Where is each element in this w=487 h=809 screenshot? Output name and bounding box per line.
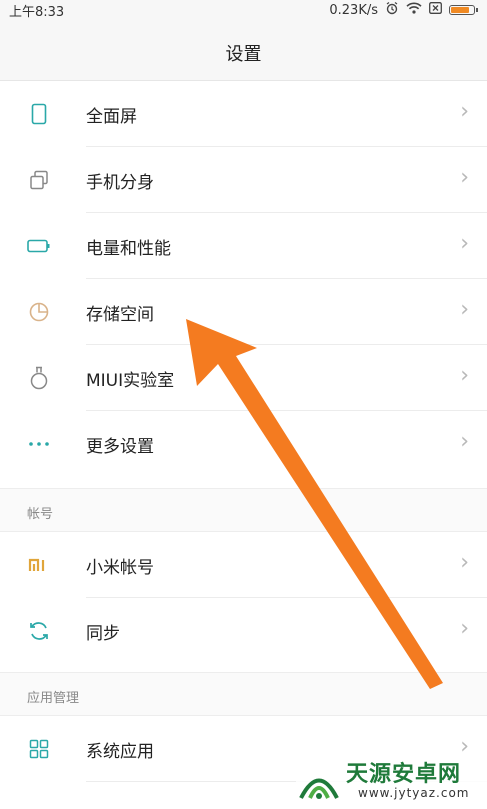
wifi-icon — [406, 2, 422, 18]
section-header-account: 帐号 — [0, 488, 487, 532]
watermark-url: www.jytyaz.com — [358, 786, 470, 800]
settings-item-mi-account[interactable]: 小米帐号 › — [0, 532, 487, 598]
settings-item-miui-lab[interactable]: MIUI实验室 › — [0, 345, 487, 411]
settings-item-fullscreen[interactable]: 全面屏 › — [0, 81, 487, 147]
settings-item-dual-apps[interactable]: 手机分身 › — [0, 147, 487, 213]
alarm-icon — [385, 1, 399, 19]
pie-storage-icon — [26, 301, 52, 323]
sync-icon — [26, 620, 52, 642]
chevron-right-icon: › — [460, 616, 469, 641]
watermark-name: 天源安卓网 — [346, 762, 462, 787]
settings-item-battery-performance[interactable]: 电量和性能 › — [0, 213, 487, 279]
battery-indicator — [449, 5, 478, 15]
chevron-right-icon: › — [460, 165, 469, 190]
mi-logo-icon — [26, 554, 52, 576]
section-title: 应用管理 — [27, 691, 80, 706]
settings-item-label: 手机分身 — [86, 173, 154, 193]
settings-item-label: MIUI实验室 — [86, 371, 175, 391]
page-title: 设置 — [225, 44, 262, 65]
settings-item-storage[interactable]: 存储空间 › — [0, 279, 487, 345]
chevron-right-icon: › — [460, 231, 469, 256]
chevron-right-icon: › — [460, 297, 469, 322]
phone-outline-icon — [26, 103, 52, 125]
settings-item-label: 小米帐号 — [86, 558, 154, 578]
settings-item-label: 更多设置 — [86, 437, 154, 457]
status-time: 上午8:33 — [9, 5, 65, 20]
settings-item-label: 全面屏 — [86, 107, 137, 127]
section-title: 帐号 — [27, 507, 54, 522]
settings-item-label: 系统应用 — [86, 742, 154, 762]
chevron-right-icon: › — [460, 429, 469, 454]
dual-copy-icon — [26, 169, 52, 191]
watermark-logo-icon — [296, 758, 342, 808]
no-sim-icon — [429, 2, 442, 18]
battery-icon — [26, 235, 52, 257]
more-dots-icon — [26, 433, 52, 455]
settings-item-sync[interactable]: 同步 › — [0, 598, 487, 664]
settings-list-account: 小米帐号 › 同步 › — [0, 532, 487, 664]
settings-item-label: 电量和性能 — [86, 239, 171, 259]
status-icons: 0.23K/s — [329, 1, 478, 19]
chevron-right-icon: › — [460, 550, 469, 575]
network-speed: 0.23K/s — [329, 2, 378, 18]
chevron-right-icon: › — [460, 363, 469, 388]
status-bar: 上午8:33 0.23K/s — [0, 0, 487, 20]
settings-list-main: 全面屏 › 手机分身 › 电量和性能 › 存储空间 › MIUI实验室 › 更多… — [0, 81, 487, 477]
watermark: 天源安卓网 www.jytyaz.com — [296, 752, 487, 809]
battery-fill — [451, 7, 469, 13]
section-header-apps: 应用管理 — [0, 672, 487, 716]
lab-flask-icon — [26, 366, 52, 390]
settings-item-label: 同步 — [86, 624, 120, 644]
nav-bar: 设置 — [0, 20, 487, 81]
grid-apps-icon — [26, 738, 52, 760]
settings-item-label: 存储空间 — [86, 305, 154, 325]
settings-item-more[interactable]: 更多设置 › — [0, 411, 487, 477]
chevron-right-icon: › — [460, 99, 469, 124]
